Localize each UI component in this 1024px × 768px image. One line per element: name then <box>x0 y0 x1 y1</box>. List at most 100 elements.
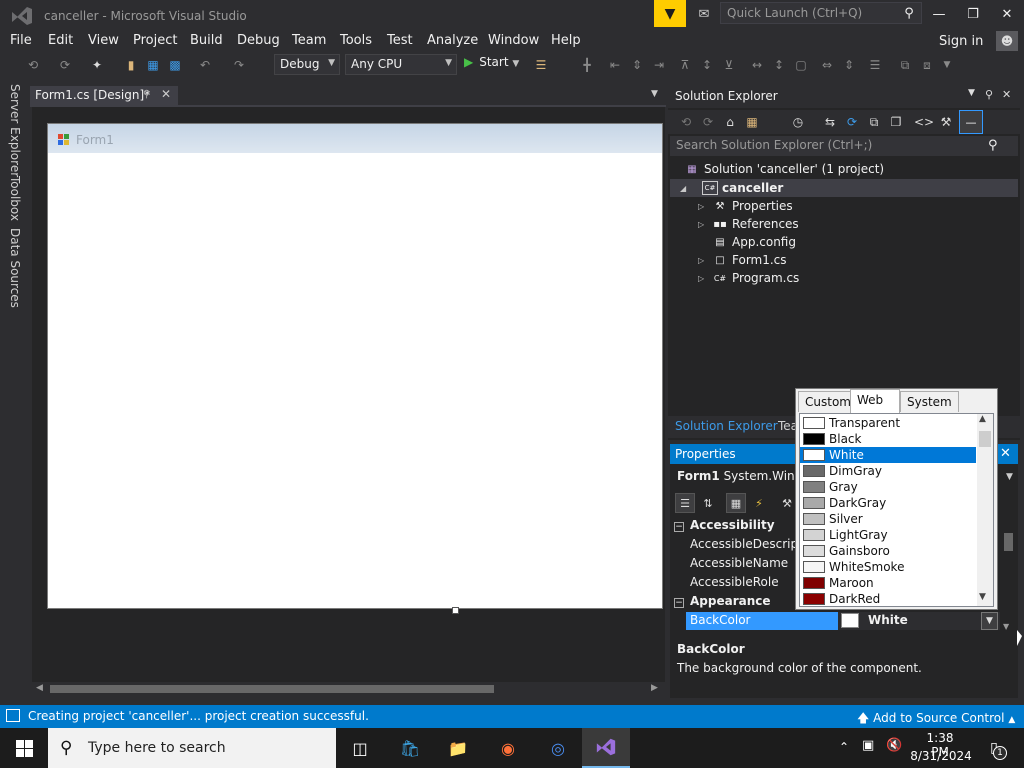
navigate-forward-icon[interactable]: ⟳ <box>56 56 74 74</box>
tab-order-icon[interactable]: ☰ <box>532 56 550 74</box>
send-feedback-icon[interactable]: ✉ <box>694 4 714 24</box>
back-icon[interactable]: ⟲ <box>677 113 695 131</box>
color-option[interactable]: DimGray <box>800 463 976 479</box>
search-icon[interactable]: ⚲ <box>988 138 998 153</box>
redo-icon[interactable]: ↷ <box>230 56 248 74</box>
pin-icon[interactable]: ⚲ <box>143 89 150 100</box>
account-icon[interactable]: ☻ <box>996 31 1018 51</box>
close-button[interactable]: ✕ <box>992 4 1022 24</box>
show-hidden-icons-chevron-icon[interactable]: ⌃ <box>839 740 849 754</box>
menu-project[interactable]: Project <box>133 33 177 48</box>
color-option[interactable]: WhiteSmoke <box>800 559 976 575</box>
solution-explorer-search-input[interactable]: Search Solution Explorer (Ctrl+;) <box>670 136 1018 156</box>
menu-analyze[interactable]: Analyze <box>427 33 478 48</box>
navigate-back-icon[interactable]: ⟲ <box>24 56 42 74</box>
feedback-filter-button[interactable]: ▼ <box>654 0 686 27</box>
make-same-height-icon[interactable]: ↕ <box>770 56 788 74</box>
scroll-up-icon[interactable]: ▲ <box>979 414 986 424</box>
color-option[interactable]: DarkGray <box>800 495 976 511</box>
tree-item-project[interactable]: ◢ C# canceller <box>670 179 1018 197</box>
auto-hide-pin-icon[interactable]: ⚲ <box>985 88 993 101</box>
save-all-icon[interactable]: ▩ <box>166 56 184 74</box>
tree-item-program-cs[interactable]: ▷ C# Program.cs <box>698 269 799 287</box>
menu-tools[interactable]: Tools <box>340 33 372 48</box>
scroll-left-icon[interactable]: ◀ <box>36 683 43 693</box>
tree-item-properties[interactable]: ▷ ⚒ Properties <box>698 197 793 215</box>
quick-launch-input[interactable]: Quick Launch (Ctrl+Q) <box>720 2 922 24</box>
align-middles-icon[interactable]: ↕ <box>698 56 716 74</box>
minimize-button[interactable]: — <box>924 4 954 24</box>
data-sources-tab[interactable]: Data Sources <box>8 228 22 308</box>
firefox-icon[interactable]: ◉ <box>484 728 532 768</box>
backcolor-dropdown-button[interactable]: ▼ <box>981 612 998 630</box>
collapse-all-icon[interactable]: ⧉ <box>865 113 883 131</box>
save-icon[interactable]: ▦ <box>144 56 162 74</box>
align-bottoms-icon[interactable]: ⊻ <box>720 56 738 74</box>
visual-studio-taskbar-icon[interactable] <box>582 728 630 768</box>
prop-accessible-name[interactable]: AccessibleName <box>690 556 788 570</box>
menu-team[interactable]: Team <box>292 33 326 48</box>
vertical-spacing-icon[interactable]: ⇕ <box>840 56 858 74</box>
color-option[interactable]: Transparent <box>800 415 976 431</box>
tree-item-form1-cs[interactable]: ▷ □ Form1.cs <box>698 251 787 269</box>
properties-view-icon[interactable]: ▦ <box>726 493 746 513</box>
new-project-icon[interactable]: ✦ <box>88 56 106 74</box>
color-option[interactable]: White <box>800 447 976 463</box>
form1-design-canvas[interactable]: Form1 <box>47 123 663 609</box>
sign-in-link[interactable]: Sign in <box>939 34 983 49</box>
menu-test[interactable]: Test <box>387 33 413 48</box>
menu-debug[interactable]: Debug <box>237 33 280 48</box>
volume-muted-icon[interactable]: 🔇 <box>886 738 902 753</box>
menu-view[interactable]: View <box>88 33 119 48</box>
form-resize-handle[interactable] <box>452 607 459 614</box>
refresh-icon[interactable]: ⟳ <box>843 113 861 131</box>
network-icon[interactable]: ▣ <box>862 738 874 753</box>
menu-help[interactable]: Help <box>551 33 581 48</box>
make-same-size-icon[interactable]: ▢ <box>792 56 810 74</box>
start-debugging-button[interactable]: ▶ Start ▼ <box>464 55 519 75</box>
chrome-icon[interactable]: ◎ <box>534 728 582 768</box>
preview-selected-items-icon[interactable]: — <box>959 110 983 134</box>
task-view-icon[interactable]: ◫ <box>336 728 384 768</box>
close-panel-icon[interactable]: ✕ <box>1000 446 1011 461</box>
solution-platform-select[interactable]: Any CPU ▼ <box>345 54 457 75</box>
menu-file[interactable]: File <box>10 33 32 48</box>
tree-item-references[interactable]: ▷ ▪▪ References <box>698 215 799 233</box>
close-tab-icon[interactable]: ✕ <box>161 87 171 101</box>
properties-scroll-thumb[interactable] <box>1004 533 1013 551</box>
undo-icon[interactable]: ↶ <box>196 56 214 74</box>
server-explorer-tab[interactable]: Server Explorer <box>8 84 22 177</box>
toolbar-overflow-icon[interactable]: ▼ <box>938 56 956 74</box>
tab-solution-explorer[interactable]: Solution Explorer <box>675 419 778 433</box>
prop-accessible-role[interactable]: AccessibleRole <box>690 575 779 589</box>
category-accessibility[interactable]: − Accessibility <box>674 518 775 532</box>
color-option[interactable]: Maroon <box>800 575 976 591</box>
prop-backcolor-value-field[interactable] <box>838 612 1000 630</box>
make-same-width-icon[interactable]: ↔ <box>748 56 766 74</box>
menu-build[interactable]: Build <box>190 33 223 48</box>
forward-icon[interactable]: ⟳ <box>699 113 717 131</box>
chevron-down-icon[interactable]: ▼ <box>1006 472 1013 482</box>
add-to-source-control-button[interactable]: 🡅 Add to Source Control ▲ <box>857 709 1015 730</box>
switch-views-icon[interactable]: ▦ <box>743 113 761 131</box>
properties-wrench-icon[interactable]: ⚒ <box>937 113 955 131</box>
microsoft-store-icon[interactable]: 🛍 <box>386 728 434 768</box>
property-pages-icon[interactable]: ⚒ <box>777 493 797 513</box>
align-to-grid-icon[interactable]: ╋ <box>578 56 596 74</box>
horizontal-spacing-icon[interactable]: ⇔ <box>818 56 836 74</box>
toolbox-tab[interactable]: Toolbox <box>8 176 22 221</box>
align-lefts-icon[interactable]: ⇤ <box>606 56 624 74</box>
tab-system-colors[interactable]: System <box>900 391 959 412</box>
color-list-scroll-thumb[interactable] <box>979 431 991 447</box>
events-lightning-icon[interactable]: ⚡ <box>749 493 769 513</box>
color-option[interactable]: Gray <box>800 479 976 495</box>
search-icon[interactable]: ⚲ <box>900 4 918 22</box>
center-horizontally-icon[interactable]: ☰ <box>866 56 884 74</box>
category-appearance[interactable]: − Appearance <box>674 594 771 608</box>
send-to-back-icon[interactable]: ⧈ <box>918 56 936 74</box>
align-centers-icon[interactable]: ⇕ <box>628 56 646 74</box>
open-file-icon[interactable]: ▮ <box>122 56 140 74</box>
alphabetical-icon[interactable]: ⇅ <box>698 493 718 513</box>
clock-date[interactable]: 8/31/2024 <box>910 749 972 763</box>
maximize-button[interactable]: ❐ <box>958 4 988 24</box>
